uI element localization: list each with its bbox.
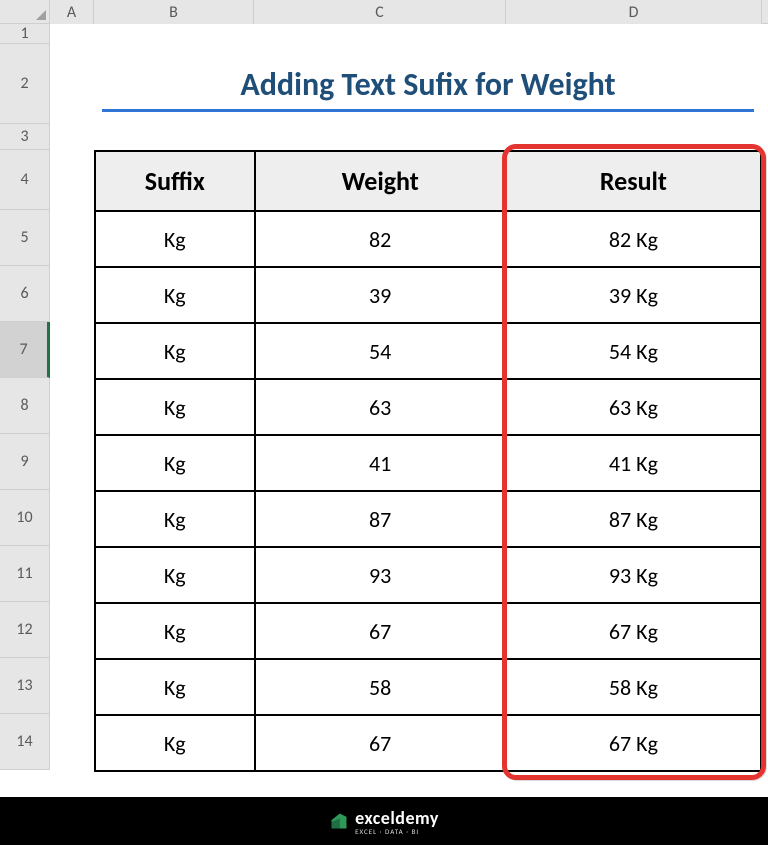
cell-c[interactable]: 87: [255, 491, 506, 547]
header-result[interactable]: Result: [506, 151, 761, 211]
row-header-3[interactable]: 3: [0, 124, 50, 150]
column-headers: A B C D: [0, 0, 768, 24]
cell-b[interactable]: Kg: [95, 323, 255, 379]
spreadsheet-view: A B C D 1 2 3 4 5 6 7 8 9 10 11 12 13 14…: [0, 0, 768, 845]
data-table: Suffix Weight Result Kg8282 KgKg3939 KgK…: [94, 150, 762, 772]
header-suffix[interactable]: Suffix: [95, 151, 255, 211]
row-header-14[interactable]: 14: [0, 714, 50, 770]
cell-b[interactable]: Kg: [95, 547, 255, 603]
col-header-b[interactable]: B: [94, 0, 254, 24]
cell-c[interactable]: 67: [255, 603, 506, 659]
table-row: Kg8282 Kg: [95, 211, 761, 267]
cell-c[interactable]: 41: [255, 435, 506, 491]
cell-b[interactable]: Kg: [95, 715, 255, 771]
cell-d[interactable]: 41 Kg: [506, 435, 761, 491]
row-header-9[interactable]: 9: [0, 434, 50, 490]
row-header-2[interactable]: 2: [0, 44, 50, 124]
row-header-4[interactable]: 4: [0, 150, 50, 210]
col-header-c[interactable]: C: [254, 0, 506, 24]
header-weight[interactable]: Weight: [255, 151, 506, 211]
cell-d[interactable]: 58 Kg: [506, 659, 761, 715]
cell-b[interactable]: Kg: [95, 659, 255, 715]
table-row: Kg6363 Kg: [95, 379, 761, 435]
row-header-12[interactable]: 12: [0, 602, 50, 658]
cell-b[interactable]: Kg: [95, 491, 255, 547]
cell-c[interactable]: 58: [255, 659, 506, 715]
footer-bar: exceldemy EXCEL · DATA · BI: [0, 797, 768, 845]
table-row: Kg6767 Kg: [95, 603, 761, 659]
select-all-corner[interactable]: [0, 0, 50, 24]
row-headers: 1 2 3 4 5 6 7 8 9 10 11 12 13 14: [0, 24, 50, 770]
title-text: Adding Text Sufix for Weight: [240, 65, 615, 104]
cell-b[interactable]: Kg: [95, 603, 255, 659]
row-header-7[interactable]: 7: [0, 322, 50, 378]
brand-icon: [329, 811, 349, 831]
table-row: Kg5858 Kg: [95, 659, 761, 715]
row-header-5[interactable]: 5: [0, 210, 50, 266]
cell-d[interactable]: 67 Kg: [506, 715, 761, 771]
row-header-13[interactable]: 13: [0, 658, 50, 714]
cell-c[interactable]: 82: [255, 211, 506, 267]
table-row: Kg5454 Kg: [95, 323, 761, 379]
brand-name: exceldemy: [355, 807, 439, 829]
cell-d[interactable]: 93 Kg: [506, 547, 761, 603]
row-header-11[interactable]: 11: [0, 546, 50, 602]
cell-d[interactable]: 67 Kg: [506, 603, 761, 659]
col-header-d[interactable]: D: [506, 0, 762, 24]
cell-b[interactable]: Kg: [95, 379, 255, 435]
row-header-10[interactable]: 10: [0, 490, 50, 546]
cell-c[interactable]: 63: [255, 379, 506, 435]
title-underline: [102, 109, 754, 112]
cell-b[interactable]: Kg: [95, 435, 255, 491]
cell-d[interactable]: 54 Kg: [506, 323, 761, 379]
cell-d[interactable]: 63 Kg: [506, 379, 761, 435]
table-row: Kg6767 Kg: [95, 715, 761, 771]
cell-b[interactable]: Kg: [95, 267, 255, 323]
cell-b[interactable]: Kg: [95, 211, 255, 267]
cell-c[interactable]: 39: [255, 267, 506, 323]
table-row: Kg3939 Kg: [95, 267, 761, 323]
row-header-6[interactable]: 6: [0, 266, 50, 322]
table-row: Kg4141 Kg: [95, 435, 761, 491]
cell-d[interactable]: 87 Kg: [506, 491, 761, 547]
cells-area[interactable]: Adding Text Sufix for Weight Suffix Weig…: [50, 24, 768, 770]
table-row: Kg8787 Kg: [95, 491, 761, 547]
cell-d[interactable]: 39 Kg: [506, 267, 761, 323]
row-header-8[interactable]: 8: [0, 378, 50, 434]
page-title: Adding Text Sufix for Weight: [94, 44, 762, 124]
cell-c[interactable]: 54: [255, 323, 506, 379]
cell-c[interactable]: 67: [255, 715, 506, 771]
row-header-1[interactable]: 1: [0, 24, 50, 44]
cell-d[interactable]: 82 Kg: [506, 211, 761, 267]
cell-c[interactable]: 93: [255, 547, 506, 603]
brand-logo: exceldemy EXCEL · DATA · BI: [329, 807, 439, 836]
col-header-a[interactable]: A: [50, 0, 94, 24]
table-row: Kg9393 Kg: [95, 547, 761, 603]
table-header-row: Suffix Weight Result: [95, 151, 761, 211]
